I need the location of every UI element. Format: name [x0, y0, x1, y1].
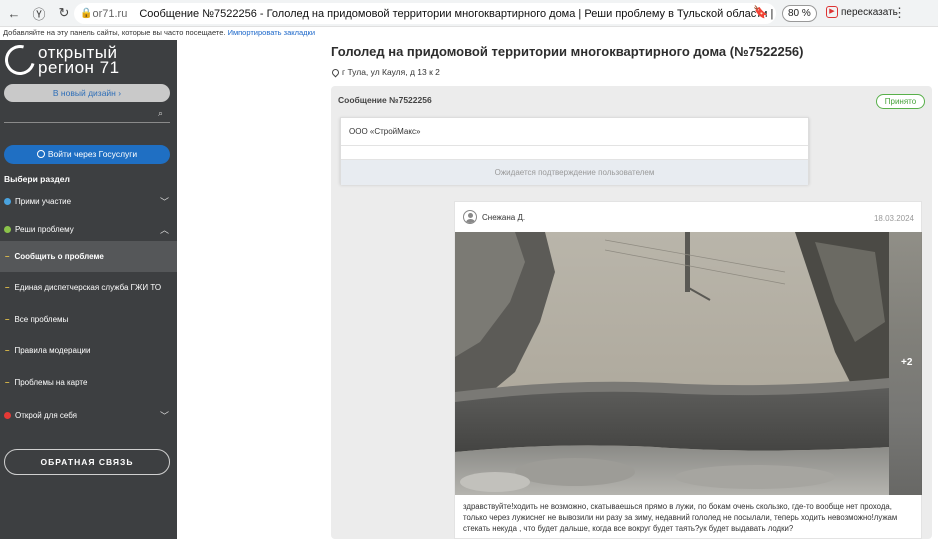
new-design-button[interactable]: В новый дизайн › — [4, 84, 170, 102]
lock-icon: 🔒 — [80, 8, 93, 19]
chevron-up-icon: ︿ — [159, 224, 169, 235]
sidebar-item-discover[interactable]: Открой для себя ﹀ — [0, 401, 177, 429]
logo-line2: регион 71 — [38, 58, 120, 77]
red-dot-icon — [4, 411, 11, 419]
yandex-icon[interactable]: Ⓨ — [28, 2, 50, 24]
chevron-down-icon: ﹀ — [159, 196, 169, 207]
address-bar[interactable]: 🔒 or71.ru Сообщение №7522256 - Гололед н… — [74, 3, 776, 24]
post-text: здравствуйте!ходить не возможно, скатыва… — [463, 502, 898, 533]
chevron-down-icon: ﹀ — [159, 410, 169, 421]
sidebar-item-solve-problem[interactable]: Реши проблему ︿ — [0, 215, 177, 243]
dash-icon: – — [5, 283, 10, 292]
sidebar-subitem-label: Все проблемы — [14, 315, 69, 324]
avatar-icon — [463, 210, 477, 224]
user-post: Снежана Д. 18.03.2024 +2 здравствуйте!хо… — [454, 201, 922, 539]
section-title: Выбери раздел — [4, 174, 70, 184]
bookmarks-bar: Добавляйте на эту панель сайты, которые … — [0, 27, 938, 40]
post-date: 18.03.2024 — [873, 214, 914, 223]
retell-icon: ▶ — [826, 6, 838, 18]
organization-card: ООО «СтройМакс» Ожидается подтверждение … — [340, 117, 809, 185]
post-author: Снежана Д. — [482, 213, 526, 222]
blue-dot-icon — [4, 197, 11, 205]
post-photo[interactable] — [455, 232, 889, 495]
map-pin-icon — [330, 67, 341, 77]
import-bookmarks-link[interactable]: Импортировать закладки — [228, 28, 315, 37]
new-design-label: В новый дизайн — [52, 88, 116, 98]
dash-icon: – — [5, 315, 10, 324]
dash-icon: – — [5, 346, 10, 355]
sidebar-item-label: Реши проблему — [15, 224, 74, 234]
chevron-right-icon: › — [118, 88, 122, 98]
dash-icon: – — [5, 252, 10, 261]
zoom-indicator[interactable]: 80 % — [782, 5, 817, 22]
retell-label: пересказать — [841, 6, 898, 18]
organization-name: ООО «СтройМакс» — [349, 127, 421, 136]
url-domain: or71.ru — [92, 7, 128, 20]
bookmarks-hint: Добавляйте на эту панель сайты, которые … — [3, 28, 226, 37]
feedback-button[interactable]: ОБРАТНАЯ СВЯЗЬ — [4, 449, 170, 475]
puddle-photo-image — [455, 232, 889, 495]
sidebar-item-participate[interactable]: Прими участие ﹀ — [0, 187, 177, 215]
message-number: Сообщение №7522256 — [338, 95, 432, 105]
search-icon[interactable]: ⌕ — [158, 108, 163, 119]
sidebar-subitem-problems-map[interactable]: – Проблемы на карте — [0, 367, 177, 398]
address-text: г Тула, ул Кауля, д 13 к 2 — [342, 67, 440, 77]
bookmark-icon[interactable]: 🔖 — [753, 5, 768, 19]
more-photos-count: +2 — [901, 357, 913, 368]
sidebar-item-label: Прими участие — [15, 196, 72, 206]
waiting-confirmation: Ожидается подтверждение пользователем — [341, 160, 808, 185]
gosuslugi-login-button[interactable]: Войти через Госуслуги — [4, 145, 170, 164]
reload-icon[interactable]: ↻ — [53, 2, 75, 24]
sidebar: открытый регион 71 В новый дизайн › ⌕ Во… — [0, 39, 177, 539]
dash-icon: – — [5, 378, 10, 387]
zoom-value: 80 % — [788, 8, 811, 19]
browser-menu-icon[interactable]: ⋮ — [893, 5, 906, 21]
sidebar-subitem-label: Единая диспетчерская служба ГЖИ ТО — [14, 283, 162, 292]
sidebar-subitem-label: Сообщить о проблеме — [14, 252, 104, 261]
back-icon[interactable]: ← — [3, 2, 25, 24]
green-dot-icon — [4, 225, 11, 233]
address: г Тула, ул Кауля, д 13 к 2 — [330, 67, 440, 77]
gosuslugi-icon — [36, 150, 45, 158]
sidebar-item-label: Открой для себя — [15, 410, 77, 420]
sidebar-subitem-report-problem[interactable]: – Сообщить о проблеме — [0, 241, 177, 272]
search-input[interactable] — [4, 122, 170, 123]
logo-ring-icon — [0, 39, 41, 81]
sidebar-subitem-all-problems[interactable]: – Все проблемы — [0, 304, 177, 335]
sidebar-subitem-label: Правила модерации — [14, 346, 91, 355]
gosuslugi-label: Войти через Госуслуги — [47, 149, 138, 159]
divider — [341, 145, 808, 146]
page-title: Гололед на придомовой территории многокв… — [331, 44, 804, 59]
sidebar-subitem-moderation-rules[interactable]: – Правила модерации — [0, 335, 177, 366]
sidebar-subitem-label: Проблемы на карте — [14, 378, 88, 387]
site-logo[interactable]: открытый регион 71 — [0, 39, 120, 81]
retell-button[interactable]: ▶ пересказать — [826, 6, 898, 18]
status-badge: Принято — [876, 94, 925, 109]
tab-title: Сообщение №7522256 - Гололед на придомов… — [139, 7, 776, 20]
sidebar-subitem-dispatch[interactable]: – Единая диспетчерская служба ГЖИ ТО — [0, 272, 177, 303]
